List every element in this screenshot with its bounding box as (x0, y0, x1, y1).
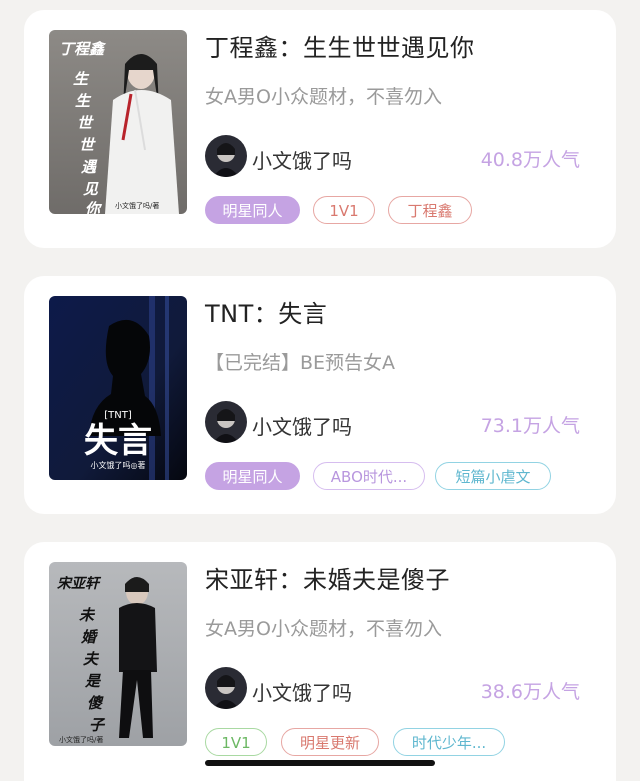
cover-big-title: 失言 (84, 421, 152, 461)
author-name[interactable]: 小文饿了吗 (252, 145, 352, 174)
book-cover[interactable]: [TNT] 失言 小文饿了吗◎著 (49, 296, 187, 480)
svg-text:生: 生 (75, 92, 92, 110)
book-card[interactable]: [TNT] 失言 小文饿了吗◎著 TNT：失言 【已完结】BE预告女A 小文饿了… (24, 276, 616, 514)
book-cover[interactable]: 丁程鑫 生 生 世 世 遇 见 你 小文饿了吗/著 (49, 30, 187, 214)
svg-text:遇: 遇 (81, 158, 98, 176)
home-indicator[interactable] (205, 760, 435, 766)
cover-credit: 小文饿了吗/著 (115, 201, 159, 210)
author-avatar[interactable] (205, 667, 247, 709)
book-title[interactable]: TNT：失言 (205, 294, 327, 329)
book-title[interactable]: 丁程鑫：生生世世遇见你 (205, 28, 475, 63)
author-name[interactable]: 小文饿了吗 (252, 677, 352, 706)
cover-image: 宋亚轩 未 婚 夫 是 傻 子 小文饿了吗/著 (49, 562, 187, 746)
cover-name: [TNT] (104, 410, 132, 421)
svg-text:傻: 傻 (87, 694, 104, 712)
cover-credit: 小文饿了吗◎著 (91, 460, 146, 470)
avatar-image (205, 667, 247, 709)
book-list-page: 丁程鑫 生 生 世 世 遇 见 你 小文饿了吗/著 丁程鑫：生生世世遇见你 女A… (0, 0, 640, 781)
tag[interactable]: 明星同人 (205, 462, 300, 490)
book-title[interactable]: 宋亚轩：未婚夫是傻子 (205, 560, 450, 595)
author-row[interactable]: 小文饿了吗 40.8万人气 (205, 135, 585, 179)
book-cover[interactable]: 宋亚轩 未 婚 夫 是 傻 子 小文饿了吗/著 (49, 562, 187, 746)
tag[interactable]: 1V1 (205, 728, 267, 756)
svg-text:世: 世 (77, 114, 94, 132)
svg-text:生: 生 (73, 70, 90, 88)
svg-text:世: 世 (79, 136, 96, 154)
tag[interactable]: 1V1 (313, 196, 375, 224)
tag[interactable]: 短篇小虐文 (435, 462, 551, 490)
popularity-count: 73.1万人气 (480, 415, 580, 437)
popularity-count: 40.8万人气 (480, 149, 580, 171)
tag[interactable]: 明星同人 (205, 196, 300, 224)
tag[interactable]: ABO时代... (313, 462, 425, 490)
cover-name: 宋亚轩 (57, 575, 102, 592)
cover-image: 丁程鑫 生 生 世 世 遇 见 你 小文饿了吗/著 (49, 30, 187, 214)
svg-text:夫: 夫 (83, 650, 100, 668)
author-avatar[interactable] (205, 401, 247, 443)
svg-text:是: 是 (84, 672, 102, 690)
book-card[interactable]: 宋亚轩 未 婚 夫 是 傻 子 小文饿了吗/著 宋亚轩：未婚夫是傻子 女A男O小… (24, 542, 616, 781)
author-avatar[interactable] (205, 135, 247, 177)
tag[interactable]: 明星更新 (281, 728, 379, 756)
cover-credit: 小文饿了吗/著 (59, 735, 103, 744)
svg-text:子: 子 (89, 716, 106, 734)
avatar-image (205, 401, 247, 443)
author-name[interactable]: 小文饿了吗 (252, 411, 352, 440)
book-summary: 女A男O小众题材，不喜勿入 (205, 618, 442, 640)
svg-text:见: 见 (83, 180, 99, 198)
tag[interactable]: 丁程鑫 (388, 196, 472, 224)
cover-image: [TNT] 失言 小文饿了吗◎著 (49, 296, 187, 480)
book-summary: 【已完结】BE预告女A (205, 352, 396, 374)
author-row[interactable]: 小文饿了吗 38.6万人气 (205, 667, 585, 711)
avatar-image (205, 135, 247, 177)
book-summary: 女A男O小众题材，不喜勿入 (205, 86, 442, 108)
author-row[interactable]: 小文饿了吗 73.1万人气 (205, 401, 585, 445)
popularity-count: 38.6万人气 (480, 681, 580, 703)
tag[interactable]: 时代少年... (393, 728, 505, 756)
book-card[interactable]: 丁程鑫 生 生 世 世 遇 见 你 小文饿了吗/著 丁程鑫：生生世世遇见你 女A… (24, 10, 616, 248)
cover-name: 丁程鑫 (59, 40, 107, 58)
svg-text:未: 未 (79, 606, 96, 624)
